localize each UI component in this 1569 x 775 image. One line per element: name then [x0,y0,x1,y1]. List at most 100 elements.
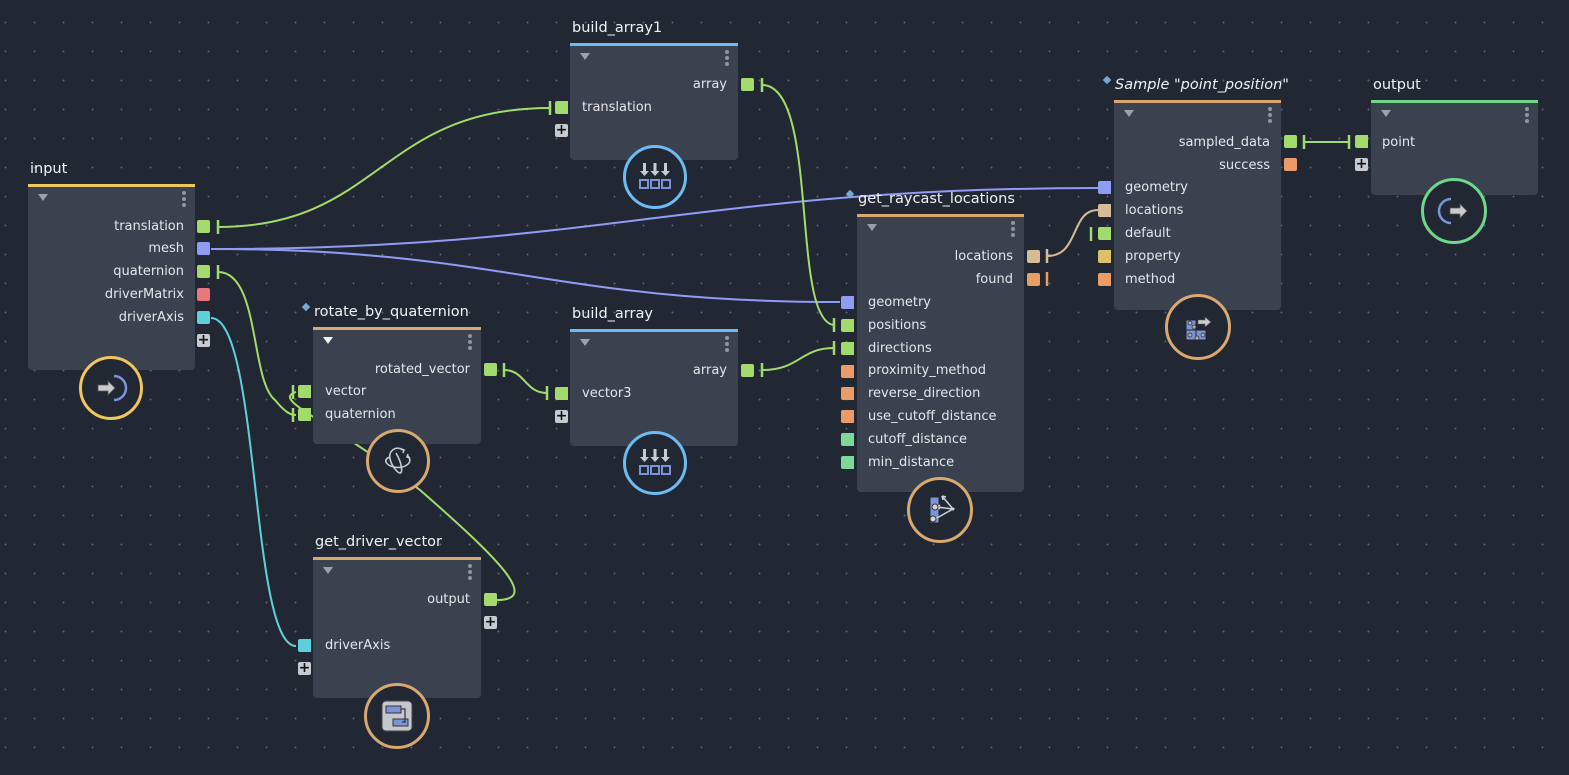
port-label: sampled_data [1178,135,1270,150]
port-array-out[interactable] [741,364,754,377]
port-label: reverse_direction [868,386,981,401]
add-input-button[interactable]: + [298,661,311,675]
node-title: get_raycast_locations [845,189,1015,207]
port-geometry-in[interactable] [1098,181,1111,194]
port-output-out[interactable] [484,593,497,606]
add-input-button[interactable]: + [555,409,568,423]
raycast-icon [929,495,955,524]
port-label: min_distance [868,455,955,470]
port-method-in[interactable] [1098,273,1111,286]
port-directions-in[interactable] [841,342,854,355]
port-label: quaternion [325,407,396,422]
port-label: translation [114,219,184,234]
collapse-toggle[interactable] [323,567,333,574]
wire-locations[interactable] [1046,209,1099,257]
node-menu-button[interactable] [1268,107,1272,123]
node-menu-button[interactable] [468,564,472,580]
node-rotate-by-quaternion[interactable]: rotate_by_quaternion rotated_vector vect… [301,302,481,444]
port-label: translation [582,100,652,115]
port-property-in[interactable] [1098,250,1111,263]
rotate-icon [385,447,411,474]
port-translation-in[interactable] [555,101,568,114]
reference-diamond-icon [845,189,855,199]
port-positions-in[interactable] [841,319,854,332]
port-label: proximity_method [868,363,986,378]
port-mesh-out[interactable] [197,242,210,255]
node-build-array[interactable]: build_array array vector3 [570,306,738,446]
port-vector3-in[interactable] [555,387,568,400]
port-proximity-method-in[interactable] [841,365,854,378]
port-translation-out[interactable] [197,220,210,233]
node-build-array1[interactable]: build_array1 array translation [570,20,738,160]
collapse-toggle[interactable] [580,339,590,346]
port-driverAxis-in[interactable] [298,639,311,652]
port-label: default [1125,226,1171,241]
collapse-toggle[interactable] [580,53,590,60]
build-array-icon [639,163,671,189]
wire-array1-to-positions[interactable] [761,84,835,326]
port-min-distance-in[interactable] [841,456,854,469]
node-menu-button[interactable] [725,50,729,66]
port-geometry-in[interactable] [841,296,854,309]
port-use-cutoff-distance-in[interactable] [841,410,854,423]
port-rotated-vector-out[interactable] [484,363,497,376]
wire-mesh-to-raycast-geometry[interactable] [210,248,841,303]
node-get-raycast-locations[interactable]: get_raycast_locations locations found ge… [845,189,1024,492]
port-driverMatrix-out[interactable] [197,288,210,301]
node-menu-button[interactable] [1011,221,1015,237]
collapse-toggle[interactable] [323,337,333,344]
port-default-in[interactable] [1098,227,1111,240]
node-title: build_array [572,306,653,322]
add-input-button[interactable]: + [555,123,568,137]
wire-rotated-vector[interactable] [503,369,548,394]
collapse-toggle[interactable] [38,194,48,201]
input-arrow-icon [97,374,128,402]
port-success-out[interactable] [1284,158,1297,171]
port-vector-in[interactable] [298,385,311,398]
wire-array-to-directions[interactable] [761,347,835,371]
node-menu-button[interactable] [468,334,472,350]
port-label: method [1125,272,1176,287]
port-sampled-data-out[interactable] [1284,135,1297,148]
node-badge [79,356,143,420]
port-label: point [1382,135,1416,150]
port-locations-out[interactable] [1027,250,1040,263]
port-label: success [1219,158,1270,173]
port-point-in[interactable] [1355,135,1368,148]
port-cutoff-distance-in[interactable] [841,433,854,446]
port-label: driverMatrix [104,287,184,302]
port-found-out[interactable] [1027,273,1040,286]
node-badge [623,431,687,495]
node-input[interactable]: input translation mesh quaternion driver… [28,161,195,370]
collapse-toggle[interactable] [1124,110,1134,117]
collapse-toggle[interactable] [1381,110,1391,117]
add-output-button[interactable]: + [484,615,497,629]
node-menu-button[interactable] [182,191,186,207]
port-label: rotated_vector [374,362,470,377]
connection-wires [210,78,1351,647]
port-quaternion-in[interactable] [298,408,311,421]
node-title: build_array1 [572,20,663,36]
wire-driver-axis[interactable] [210,317,297,647]
port-array-out[interactable] [741,78,754,91]
port-label: directions [868,341,932,356]
port-locations-in[interactable] [1098,204,1111,217]
compound-icon [381,700,413,732]
node-badge [1421,178,1487,244]
port-reverse-direction-in[interactable] [841,387,854,400]
port-driverAxis-out[interactable] [197,311,210,324]
port-label: found [975,272,1013,287]
node-badge [907,477,973,543]
wire-quaternion[interactable] [217,271,297,416]
wire-translation[interactable] [217,107,551,228]
node-sample-point-position[interactable]: Sample "point_position" sampled_data suc… [1102,75,1289,310]
add-output-button[interactable]: + [197,333,210,347]
node-get-driver-vector[interactable]: get_driver_vector output driverAxis [313,534,481,698]
node-menu-button[interactable] [725,336,729,352]
port-quaternion-out[interactable] [197,265,210,278]
node-menu-button[interactable] [1525,107,1529,123]
port-label: vector [325,384,367,399]
node-title: rotate_by_quaternion [301,302,469,320]
add-input-button[interactable]: + [1355,157,1368,171]
collapse-toggle[interactable] [867,224,877,231]
